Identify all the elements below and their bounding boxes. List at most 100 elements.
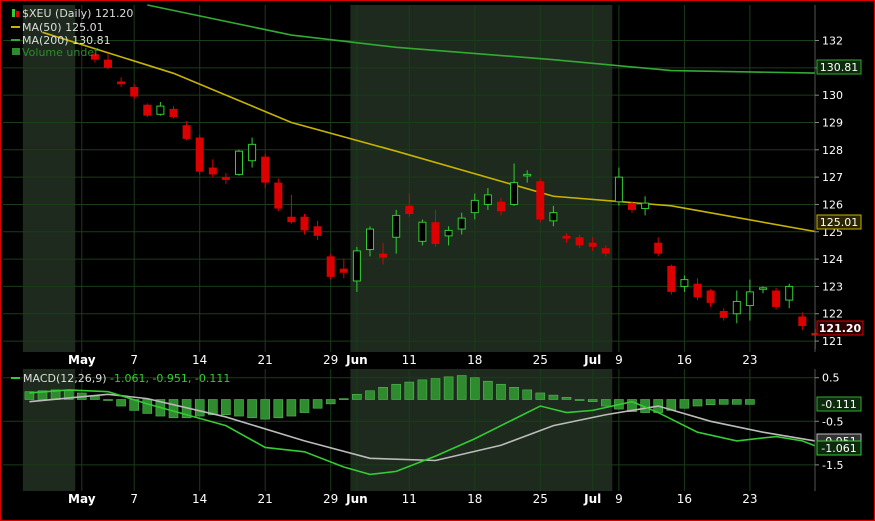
histogram-bar-54 [731, 399, 742, 405]
candle-body-9 [208, 167, 217, 175]
candle-body-24 [405, 205, 414, 215]
date-axis-bottom-label-16: 16 [677, 492, 692, 506]
candle-25 [418, 219, 427, 246]
histogram-bar-29 [404, 381, 415, 400]
date-axis-bottom-label-18: 18 [467, 492, 482, 506]
macd-tick-label-2: -1.5 [822, 459, 843, 472]
candle-14 [274, 178, 283, 212]
candle-34 [536, 178, 545, 223]
date-axis-bottom-label-14: 14 [192, 492, 207, 506]
chart-svg: 121122123124125126127128129130131132 $XE… [0, 0, 875, 521]
date-axis-top-label-23: 23 [742, 353, 757, 367]
candle-body-54 [798, 316, 807, 327]
candle-body-36 [562, 235, 571, 239]
candle-body-45 [680, 279, 689, 287]
candle-44 [667, 264, 676, 295]
histogram-bar-13 [194, 399, 205, 417]
candle-body-12 [248, 143, 257, 162]
histogram-bar-34 [469, 377, 480, 400]
candle-body-7 [182, 125, 191, 139]
histogram-bar-37 [509, 386, 519, 400]
candle-body-4 [143, 104, 152, 116]
candle-body-53 [785, 285, 794, 301]
candle-body-20 [352, 250, 361, 282]
histogram-bar-22 [312, 399, 323, 409]
candle-18 [326, 253, 335, 280]
date-axis-top-label-May: May [68, 353, 96, 367]
date-axis-top-label-7: 7 [130, 353, 138, 367]
candle-body-11 [235, 150, 243, 175]
candle-body-5 [156, 105, 165, 115]
legend-symbol-text: $XEU (Daily) 121.20 [22, 7, 133, 20]
legend-candle-swatch [12, 9, 15, 17]
candle-body-29 [470, 199, 479, 214]
date-axis-bottom-label-21: 21 [258, 492, 273, 506]
candle-body-16 [300, 216, 309, 231]
macd-badge: -1.061 [816, 440, 862, 456]
candle-body-33 [523, 173, 532, 177]
price-tick-label-126: 126 [822, 198, 843, 211]
histogram-bar-25 [352, 393, 362, 400]
histogram-bar-30 [417, 379, 428, 400]
macd-legend-values: -1.061, -0.951, -0.111 [110, 372, 230, 385]
date-axis-bottom-label-29: 29 [323, 492, 338, 506]
date-axis-bottom-label-7: 7 [130, 492, 138, 506]
candle-8 [195, 134, 204, 175]
candle-body-22 [379, 253, 388, 258]
legend-volume-swatch [12, 48, 20, 55]
legend-ma50-text: MA(50) 125.01 [22, 21, 104, 34]
histogram-bar-44 [600, 399, 611, 407]
candle-body-28 [457, 217, 466, 230]
date-axis-bottom-label-9: 9 [615, 492, 623, 506]
histogram-bar-51 [692, 399, 703, 407]
histogram-bar-11 [168, 399, 179, 419]
histogram-bar-7 [116, 399, 126, 407]
candle-body-47 [706, 290, 715, 303]
histogram-bar-28 [391, 383, 402, 400]
price-tick-label-127: 127 [822, 171, 843, 184]
histogram-bar-43 [587, 399, 598, 402]
histogram-bar-27 [378, 386, 388, 400]
legend-volume-text: Volume undef [22, 46, 99, 59]
ma200-badge-text: 130.81 [820, 61, 859, 74]
ma200-badge: 130.81 [816, 59, 862, 75]
histogram-bar-36 [496, 383, 506, 400]
histogram-bar-20 [286, 399, 297, 417]
macd-legend-label: MACD(12,26,9) [23, 372, 107, 385]
date-axis-top-label-18: 18 [467, 353, 482, 367]
candle-body-41 [628, 203, 636, 210]
date-axis-bottom-label-23: 23 [742, 492, 757, 506]
price-panel: 121122123124125126127128129130131132 $XE… [3, 4, 864, 352]
histogram-bar-23 [325, 399, 336, 405]
histogram-bar-55 [745, 399, 755, 405]
stock-chart: 121122123124125126127128129130131132 $XE… [0, 0, 875, 521]
date-axis-top: May 7 14 21 29 Jun 11 18 25 Jul 9 16 23 [3, 352, 815, 368]
date-axis-bottom: May 7 14 21 29 Jun 11 18 25 Jul 9 16 23 [3, 491, 815, 507]
candle-body-40 [614, 176, 623, 203]
last-price-badge: 121.20 [816, 320, 864, 336]
ma50-badge-text: 125.01 [820, 216, 859, 229]
macd-badge-text: -1.061 [821, 442, 856, 455]
histogram-bar-53 [718, 399, 729, 405]
shaded-period-1 [350, 5, 613, 352]
date-axis-bottom-label-May: May [68, 492, 96, 506]
macd-tick-label-1: -0.5 [822, 415, 843, 428]
candle-body-2 [117, 81, 126, 85]
price-tick-label-124: 124 [822, 253, 843, 266]
date-axis-bottom-label-11: 11 [402, 492, 417, 506]
histogram-bar-17 [247, 399, 257, 419]
candle-body-51 [759, 287, 767, 290]
candle-body-27 [444, 229, 453, 237]
date-axis-top-label-11: 11 [402, 353, 417, 367]
last-price-badge-text: 121.20 [819, 322, 862, 335]
ma50-badge: 125.01 [816, 214, 862, 230]
date-axis-bottom-label-Jun: Jun [345, 492, 368, 506]
candle-body-21 [366, 228, 374, 251]
price-tick-label-129: 129 [822, 116, 843, 129]
candle-body-19 [339, 268, 348, 273]
candle-body-23 [392, 214, 401, 238]
price-tick-label-123: 123 [822, 280, 843, 293]
macd-legend: MACD(12,26,9) -1.061, -0.951, -0.111 [11, 372, 230, 385]
candle-body-32 [510, 182, 519, 205]
candle-body-42 [641, 202, 650, 210]
